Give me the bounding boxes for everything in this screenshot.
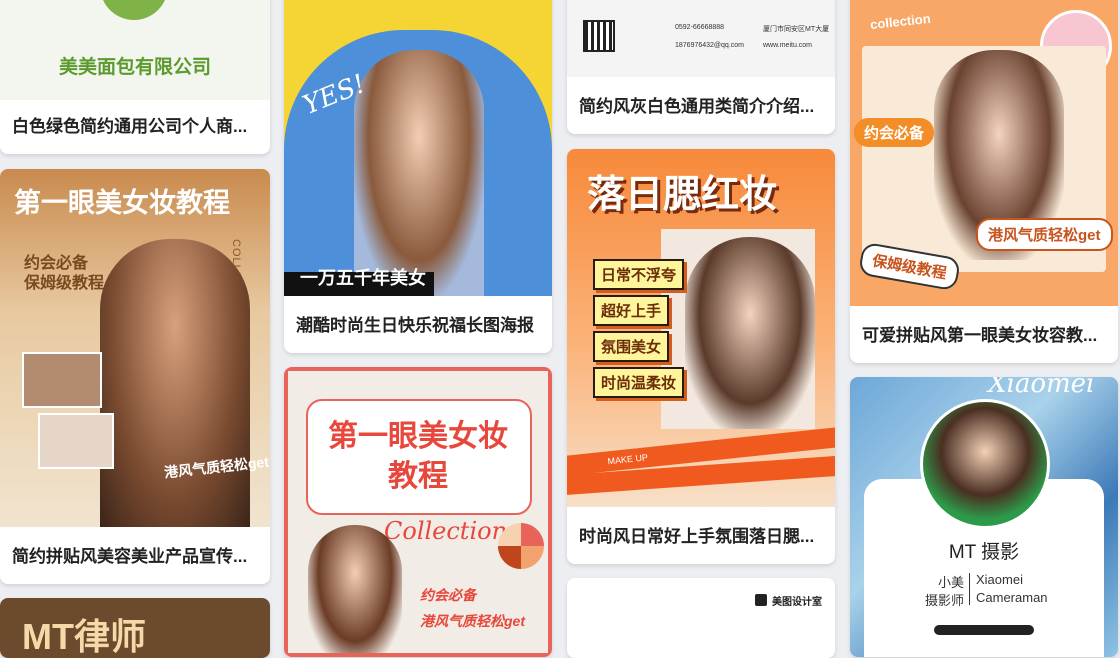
template-title: 简约风灰白色通用类简介介绍... — [579, 97, 815, 116]
template-thumbnail: Xiaomei MT 摄影 小美 Xiaomei 摄影师 Cameraman — [850, 377, 1118, 657]
template-card[interactable]: MT律师 — [0, 598, 270, 658]
template-thumbnail: 美图设计室 — [567, 578, 835, 658]
poster-title: MT律师 — [22, 616, 146, 657]
template-thumbnail: 第一眼美女妆教程 约会必备 保姆级教程 COLLECTION 港风气质轻松get — [0, 169, 270, 527]
eye-closeup-photo — [22, 352, 102, 408]
contact-address: 厦门市同安区MT大厦 — [763, 26, 830, 33]
template-thumbnail: 美美面包有限公司 — [0, 0, 270, 100]
template-card[interactable]: 第一眼美女妆教程 约会必备 保姆级教程 COLLECTION 港风气质轻松get… — [0, 169, 270, 584]
poster-title: 教程 — [388, 460, 448, 493]
model-photo — [100, 239, 250, 527]
template-card[interactable]: YES! 一万五千年美女 潮酷时尚生日快乐祝福长图海报 — [284, 0, 552, 353]
template-thumbnail: 0592-66668888 1876976432@qq.com 厦门市同安区MT… — [567, 0, 835, 77]
brand-logo-icon — [755, 594, 767, 606]
template-thumbnail: MT律师 — [0, 598, 270, 658]
badge-label: 港风气质轻松get — [976, 218, 1113, 251]
brand-name: 美图设计室 — [772, 597, 822, 608]
model-photo — [354, 50, 484, 296]
palette-icon — [498, 523, 544, 569]
tape-label: MAKE UP — [607, 452, 649, 467]
avatar — [920, 399, 1050, 529]
poster-banner-text: 一万五千年美女 — [300, 268, 426, 288]
template-card[interactable]: collection 约会必备 港风气质轻松get 保姆级教程 可爱拼贴风第一眼… — [850, 0, 1118, 363]
template-thumbnail: 第一眼美女妆 教程 Collection 约会必备 港风气质轻松get — [284, 367, 552, 657]
contact-phone: 0592-66668888 — [675, 24, 725, 31]
template-title: 可爱拼贴风第一眼美女妆容教... — [862, 326, 1098, 345]
poster-script-text: collection — [869, 10, 932, 33]
model-photo — [308, 525, 402, 653]
template-thumbnail: YES! 一万五千年美女 — [284, 0, 552, 296]
photographer-name: MT 摄影 — [948, 542, 1020, 563]
poster-script-text: Collection — [384, 517, 508, 545]
poster-title: 第一眼美女妆教程 — [14, 188, 230, 218]
template-title: 简约拼贴风美容美业产品宣传... — [12, 547, 248, 566]
info-value: Cameraman — [976, 590, 1048, 605]
template-thumbnail: 落日腮红妆 日常不浮夸 超好上手 氛围美女 时尚温柔妆 MAKE UP — [567, 149, 835, 507]
contact-website: www.meitu.com — [763, 42, 813, 49]
model-photo — [685, 237, 815, 429]
poster-subtitle: 港风气质轻松get — [420, 613, 525, 629]
contact-email: 1876976432@qq.com — [675, 42, 744, 49]
badge-label: 约会必备 — [854, 118, 935, 147]
palette-photo — [38, 413, 114, 469]
template-title: 白色绿色简约通用公司个人商... — [12, 117, 248, 136]
template-card[interactable]: 落日腮红妆 日常不浮夸 超好上手 氛围美女 时尚温柔妆 MAKE UP 时尚风日… — [567, 149, 835, 564]
poster-subtitle: 保姆级教程 — [24, 275, 105, 292]
poster-title: 第一眼美女妆 — [328, 420, 508, 453]
poster-subtitle: 约会必备 — [420, 587, 476, 603]
feature-tag: 超好上手 — [593, 295, 670, 326]
info-label: 小美 — [937, 575, 964, 590]
template-card[interactable]: Xiaomei MT 摄影 小美 Xiaomei 摄影师 Cameraman — [850, 377, 1118, 657]
company-name: 美美面包有限公司 — [58, 57, 211, 78]
template-thumbnail: collection 约会必备 港风气质轻松get 保姆级教程 — [850, 0, 1118, 306]
feature-tag: 日常不浮夸 — [593, 259, 685, 290]
template-card[interactable]: 0592-66668888 1876976432@qq.com 厦门市同安区MT… — [567, 0, 835, 134]
logo-icon — [100, 0, 168, 20]
poster-script-text: Xiaomei — [988, 377, 1095, 399]
template-card[interactable]: 第一眼美女妆 教程 Collection 约会必备 港风气质轻松get — [284, 367, 552, 657]
feature-tag: 时尚温柔妆 — [593, 367, 685, 398]
template-card[interactable]: 美图设计室 — [567, 578, 835, 658]
template-card[interactable]: 美美面包有限公司 白色绿色简约通用公司个人商... — [0, 0, 270, 154]
qr-code-icon — [583, 20, 615, 52]
info-label: 摄影师 — [924, 593, 964, 608]
template-title: 潮酷时尚生日快乐祝福长图海报 — [296, 316, 534, 335]
feature-tag: 氛围美女 — [593, 331, 670, 362]
template-title: 时尚风日常好上手氛围落日腮... — [579, 527, 815, 546]
info-value: Xiaomei — [976, 572, 1023, 587]
poster-title: 落日腮红妆 — [587, 174, 778, 216]
